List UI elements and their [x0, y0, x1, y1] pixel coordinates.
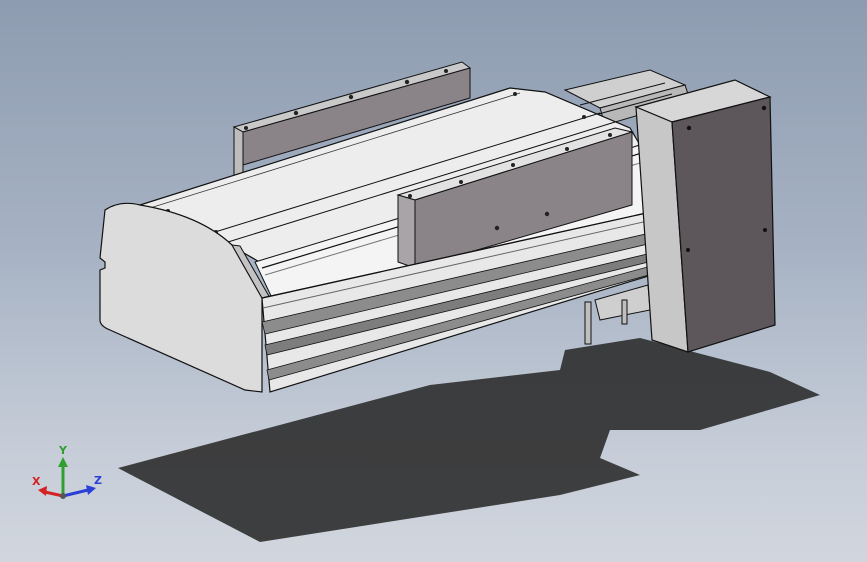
x-axis-label: X — [32, 475, 41, 488]
bolt-hole — [404, 79, 410, 85]
support-pin — [584, 301, 592, 345]
bolt-hole — [686, 125, 692, 131]
bolt-hole — [761, 105, 767, 111]
bolt-hole — [293, 110, 299, 116]
bolt-hole — [494, 225, 500, 231]
bolt-hole — [565, 147, 569, 151]
y-axis-label: Y — [59, 444, 67, 457]
bolt-hole — [582, 115, 586, 119]
bolt-hole — [513, 92, 517, 96]
bolt-hole — [544, 211, 550, 217]
z-axis-label: Z — [94, 474, 102, 487]
bolt-hole — [244, 126, 248, 130]
carriage-block-side — [397, 194, 416, 269]
graphics-viewport[interactable]: Y X Z — [0, 0, 867, 562]
bolt-hole — [459, 180, 463, 184]
bolt-hole — [608, 133, 612, 137]
bolt-hole — [348, 94, 354, 100]
coordinate-triad: Y X Z — [28, 440, 108, 510]
bolt-hole — [763, 228, 767, 232]
bolt-hole — [408, 194, 412, 198]
motor-housing-face — [671, 96, 776, 353]
bolt-hole — [511, 163, 515, 167]
bolt-hole — [444, 69, 448, 73]
linear-actuator-model[interactable] — [0, 0, 867, 562]
bolt-hole — [686, 248, 690, 252]
support-pin — [621, 299, 628, 325]
